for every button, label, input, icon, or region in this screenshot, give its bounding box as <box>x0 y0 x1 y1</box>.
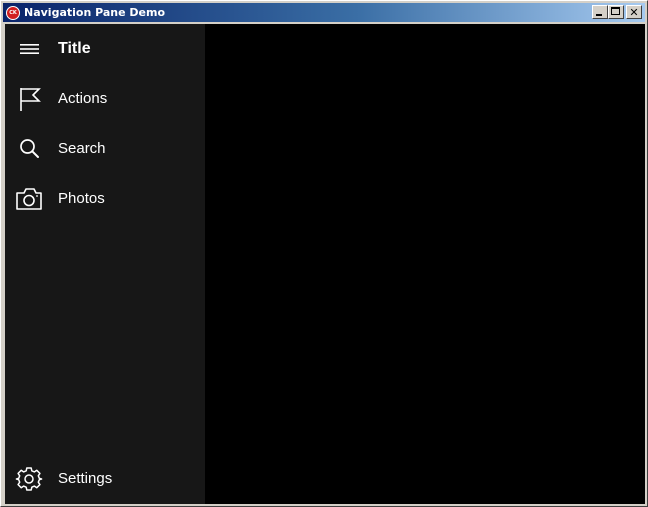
nav-header-title: Title <box>58 40 91 57</box>
minimize-icon <box>596 14 602 16</box>
app-window: CK Navigation Pane Demo ✕ Title Actions … <box>0 0 648 507</box>
search-icon <box>14 135 44 163</box>
nav-item-label: Actions <box>58 90 108 107</box>
hamburger-icon[interactable] <box>14 35 44 63</box>
title-bar-buttons: ✕ <box>592 5 642 19</box>
nav-item-settings[interactable]: Settings <box>5 454 205 504</box>
nav-header[interactable]: Title <box>5 24 205 74</box>
content-area <box>205 24 645 504</box>
maximize-icon <box>611 7 620 15</box>
app-icon-text: CK <box>9 9 17 16</box>
nav-item-search[interactable]: Search <box>5 124 205 174</box>
maximize-button[interactable] <box>608 5 624 19</box>
app-icon[interactable]: CK <box>6 5 20 20</box>
flag-icon <box>14 85 44 113</box>
nav-item-label: Photos <box>58 190 105 207</box>
minimize-button[interactable] <box>592 5 608 19</box>
close-icon: ✕ <box>629 5 639 19</box>
camera-icon <box>14 185 44 213</box>
navigation-pane: Title Actions Search Photos Settings <box>5 24 205 504</box>
gear-icon <box>14 465 44 493</box>
nav-item-photos[interactable]: Photos <box>5 174 205 224</box>
client-area: Title Actions Search Photos Settings <box>5 24 645 504</box>
nav-item-actions[interactable]: Actions <box>5 74 205 124</box>
nav-item-label: Settings <box>58 470 113 487</box>
title-bar[interactable]: CK Navigation Pane Demo ✕ <box>3 3 645 22</box>
close-button[interactable]: ✕ <box>626 5 642 19</box>
nav-item-label: Search <box>58 140 106 157</box>
window-title: Navigation Pane Demo <box>24 6 166 19</box>
